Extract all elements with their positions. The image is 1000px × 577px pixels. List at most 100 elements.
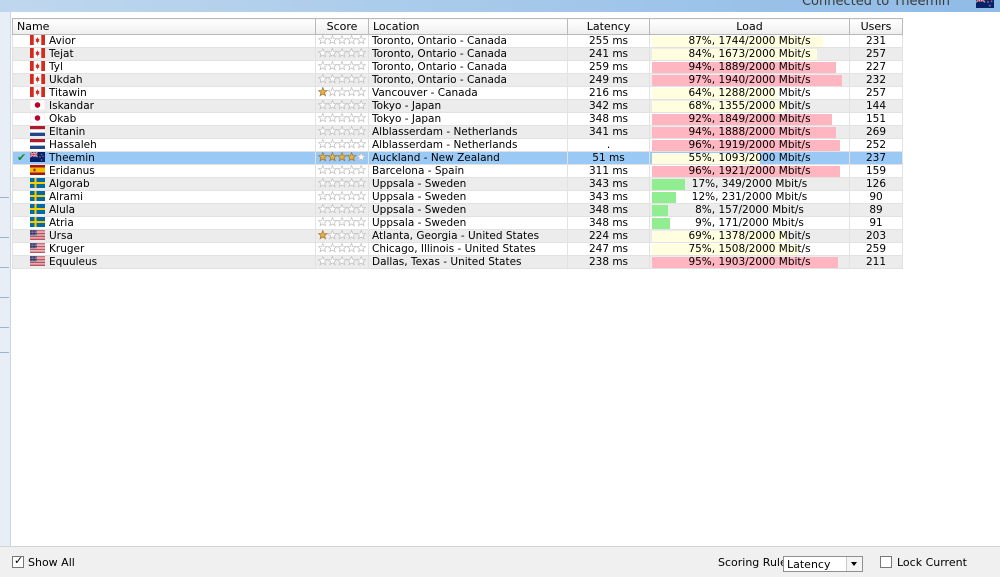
server-name: Hassaleh (49, 139, 97, 151)
server-name-cell[interactable]: Eltanin (12, 125, 316, 139)
usa-flag-icon (30, 243, 45, 253)
table-row[interactable]: Tyl Toronto, Ontario - Canada 259 ms 94%, 1… (12, 60, 903, 74)
load-cell: 9%, 171/2000 Mbit/s (649, 216, 850, 230)
column-header-users[interactable]: Users (849, 18, 903, 35)
location-cell: Vancouver - Canada (368, 86, 568, 100)
server-name: Eltanin (49, 126, 86, 138)
users-cell: 232 (849, 73, 903, 87)
connected-check-icon: ✔ (17, 151, 27, 164)
spain-flag-icon (30, 165, 45, 175)
star-rating-icon (318, 230, 366, 241)
latency-cell: 224 ms (567, 229, 650, 243)
column-header-latency[interactable]: Latency (567, 18, 650, 35)
table-row[interactable]: Atria Uppsala - Sweden 348 ms 9%, 171/2000 … (12, 216, 903, 230)
users-cell: 252 (849, 138, 903, 152)
score-cell (315, 125, 369, 139)
server-name-cell[interactable]: Alrami (12, 190, 316, 204)
location-cell: Toronto, Ontario - Canada (368, 73, 568, 87)
server-name-cell[interactable]: Tyl (12, 60, 316, 74)
server-name-cell[interactable]: Ursa (12, 229, 316, 243)
star-rating-icon (318, 191, 366, 202)
server-name: Alula (49, 204, 76, 216)
server-name-cell[interactable]: Tejat (12, 47, 316, 61)
column-header-score[interactable]: Score (315, 18, 369, 35)
server-name-cell[interactable]: Okab (12, 112, 316, 126)
table-row[interactable]: Ursa Atlanta, Georgia - United States 224 … (12, 229, 903, 243)
load-text: 97%, 1940/2000 Mbit/s (688, 74, 811, 86)
lock-current-checkbox[interactable] (880, 556, 892, 568)
score-cell (315, 229, 369, 243)
users-cell: 159 (849, 164, 903, 178)
server-table: Name Score Location Latency Load Users A… (12, 18, 903, 269)
sweden-flag-icon (30, 191, 45, 201)
chevron-down-icon[interactable] (846, 557, 862, 571)
server-name-cell[interactable]: Titawin (12, 86, 316, 100)
server-name-cell[interactable]: Kruger (12, 242, 316, 256)
load-text: 8%, 157/2000 Mbit/s (695, 204, 804, 216)
table-row[interactable]: Eltanin Alblasserdam - Netherlands 341 ms 9… (12, 125, 903, 139)
users-cell: 203 (849, 229, 903, 243)
server-name-cell[interactable]: Avior (12, 34, 316, 48)
lock-current-label[interactable]: Lock Current (897, 556, 967, 569)
users-cell: 144 (849, 99, 903, 113)
new-zealand-flag-icon (30, 152, 45, 162)
load-text: 84%, 1673/2000 Mbit/s (688, 48, 811, 60)
table-row[interactable]: Alrami Uppsala - Sweden 343 ms 12%, 231/200… (12, 190, 903, 204)
load-text: 64%, 1288/2000 Mbit/s (688, 87, 811, 99)
table-row[interactable]: Kruger Chicago, Illinois - United States 2… (12, 242, 903, 256)
latency-cell: 238 ms (567, 255, 650, 269)
column-header-name[interactable]: Name (12, 18, 316, 35)
table-row[interactable]: Eridanus Barcelona - Spain 311 ms 96%, 1921… (12, 164, 903, 178)
column-header-load[interactable]: Load (649, 18, 850, 35)
table-row[interactable]: Alula Uppsala - Sweden 348 ms 8%, 157/2000 … (12, 203, 903, 217)
users-cell: 257 (849, 86, 903, 100)
users-cell: 257 (849, 47, 903, 61)
show-all-label[interactable]: Show All (28, 556, 75, 569)
table-row[interactable]: Tejat Toronto, Ontario - Canada 241 ms 84%,… (12, 47, 903, 61)
server-name: Alrami (49, 191, 83, 203)
netherlands-flag-icon (30, 139, 45, 149)
table-row[interactable]: ✔ Theemin Auckland - New Zealand 51 ms 55%, … (12, 151, 903, 165)
location-cell: Alblasserdam - Netherlands (368, 138, 568, 152)
load-cell: 75%, 1508/2000 Mbit/s (649, 242, 850, 256)
users-cell: 90 (849, 190, 903, 204)
star-rating-icon (318, 217, 366, 228)
server-name: Algorab (49, 178, 90, 190)
table-row[interactable]: Avior Toronto, Ontario - Canada 255 ms 87%,… (12, 34, 903, 48)
checkmark-icon: ✓ (14, 554, 24, 567)
server-name-cell[interactable]: Equuleus (12, 255, 316, 269)
load-text: 75%, 1508/2000 Mbit/s (688, 243, 811, 255)
load-cell: 17%, 349/2000 Mbit/s (649, 177, 850, 191)
scoring-rule-select[interactable]: Latency (783, 556, 863, 572)
column-header-location[interactable]: Location (368, 18, 568, 35)
table-row[interactable]: Titawin Vancouver - Canada 216 ms 64%, 1288… (12, 86, 903, 100)
score-cell (315, 151, 369, 165)
sweden-flag-icon (30, 204, 45, 214)
load-cell: 64%, 1288/2000 Mbit/s (649, 86, 850, 100)
server-name-cell[interactable]: Algorab (12, 177, 316, 191)
table-row[interactable]: Okab Tokyo - Japan 348 ms 92%, 1849/2000 Mb… (12, 112, 903, 126)
location-cell: Uppsala - Sweden (368, 203, 568, 217)
location-cell: Tokyo - Japan (368, 99, 568, 113)
table-row[interactable]: Hassaleh Alblasserdam - Netherlands. 96%, … (12, 138, 903, 152)
table-row[interactable]: Iskandar Tokyo - Japan 342 ms 68%, 1355/200… (12, 99, 903, 113)
server-name-cell[interactable]: Eridanus (12, 164, 316, 178)
table-row[interactable]: Equuleus Dallas, Texas - United States 238… (12, 255, 903, 269)
score-cell (315, 60, 369, 74)
score-cell (315, 73, 369, 87)
sweden-flag-icon (30, 178, 45, 188)
server-name-cell[interactable]: Atria (12, 216, 316, 230)
server-name-cell[interactable]: Alula (12, 203, 316, 217)
canada-flag-icon (30, 48, 45, 58)
server-name-cell[interactable]: Hassaleh (12, 138, 316, 152)
server-name-cell[interactable]: ✔ Theemin (12, 151, 316, 165)
table-row[interactable]: Algorab Uppsala - Sweden 343 ms 17%, 349/20… (12, 177, 903, 191)
latency-cell: 259 ms (567, 60, 650, 74)
canada-flag-icon (30, 74, 45, 84)
star-rating-icon (318, 243, 366, 254)
table-row[interactable]: Ukdah Toronto, Ontario - Canada 249 ms 97%,… (12, 73, 903, 87)
score-cell (315, 47, 369, 61)
server-name-cell[interactable]: Iskandar (12, 99, 316, 113)
show-all-checkbox[interactable]: ✓ (12, 554, 24, 568)
server-name-cell[interactable]: Ukdah (12, 73, 316, 87)
